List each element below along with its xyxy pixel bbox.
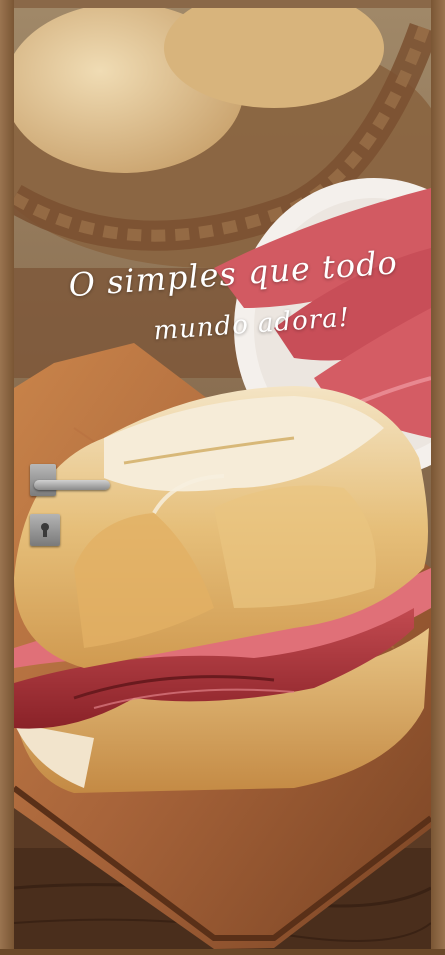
door-frame-left — [0, 0, 14, 955]
door-panel: O simples que todo mundo adora! — [0, 0, 445, 955]
door-lever-handle-icon[interactable] — [34, 480, 110, 490]
sandwich-illustration — [14, 8, 431, 949]
food-photo — [14, 8, 431, 949]
door-frame-right — [431, 0, 445, 955]
keyhole-lock-icon — [30, 514, 60, 546]
door-frame-top — [0, 0, 445, 8]
keyhole-slot — [43, 529, 47, 537]
door-frame-bottom — [0, 949, 445, 955]
